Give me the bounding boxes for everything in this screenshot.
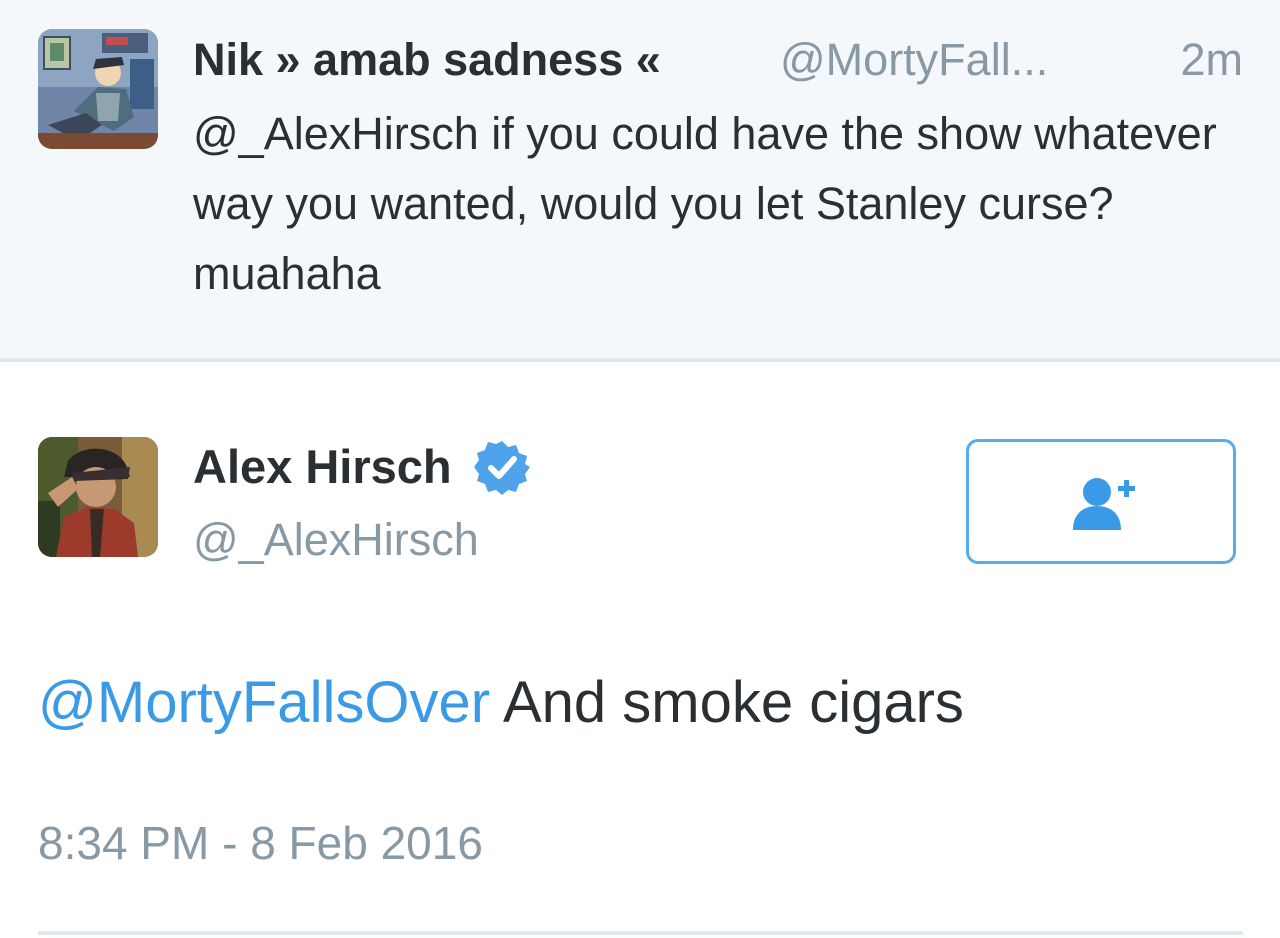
tweet-detail-page: Nik » amab sadness « @MortyFall... 2m @_…	[0, 0, 1280, 938]
tweet-body: @MortyFallsOver And smoke cigars	[38, 665, 1238, 741]
tweet-body-text: And smoke cigars	[502, 670, 964, 735]
reply-context-handle[interactable]: @MortyFall...	[780, 30, 1048, 90]
reply-context-text: @_AlexHirsch if you could have the show …	[193, 108, 1217, 299]
cartoon-avatar-icon	[38, 29, 158, 149]
tweet-author-name[interactable]: Alex Hirsch	[193, 436, 452, 498]
photo-avatar-icon	[38, 437, 158, 557]
mention-link[interactable]: @MortyFallsOver	[38, 670, 490, 735]
verified-badge-icon	[474, 441, 531, 495]
tweet-author-handle[interactable]: @_AlexHirsch	[193, 510, 479, 570]
divider	[38, 931, 1243, 935]
replied-to-tweet[interactable]: Nik » amab sadness « @MortyFall... 2m @_…	[0, 0, 1280, 362]
alex-hirsch-avatar[interactable]	[38, 437, 158, 557]
reply-context-header: Nik » amab sadness « @MortyFall... 2m	[193, 30, 1243, 90]
reply-context-time: 2m	[1180, 34, 1243, 85]
reply-context-name[interactable]: Nik » amab sadness «	[193, 30, 661, 90]
tweet-timestamp: 8:34 PM - 8 Feb 2016	[38, 817, 483, 869]
nik-avatar[interactable]	[38, 29, 158, 149]
follow-button[interactable]	[966, 439, 1236, 564]
tweet-author-row: Alex Hirsch	[193, 436, 531, 498]
add-user-icon	[1073, 478, 1135, 530]
